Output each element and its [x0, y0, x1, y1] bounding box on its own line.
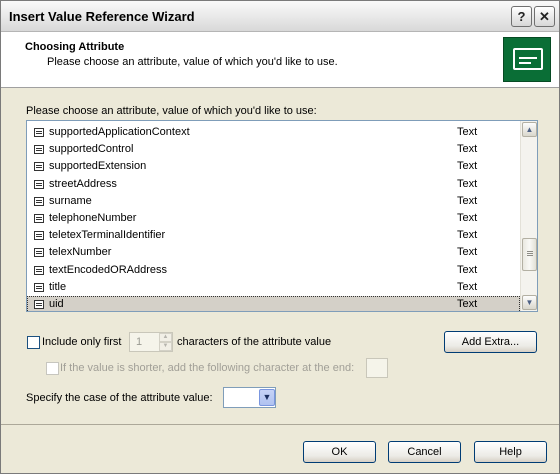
list-item[interactable]: supportedApplicationContext Text [27, 124, 520, 141]
stepper-down-icon[interactable]: ▼ [159, 342, 172, 351]
attribute-name: supportedControl [49, 143, 134, 156]
list-item[interactable]: uid Text [27, 295, 520, 311]
list-item[interactable]: surname Text [27, 193, 520, 210]
attribute-name: title [49, 280, 67, 293]
ok-button[interactable]: OK [303, 441, 376, 463]
attribute-icon [34, 179, 44, 189]
title-bar[interactable]: Insert Value Reference Wizard ? ✕ [1, 1, 559, 32]
cancel-button[interactable]: Cancel [388, 441, 461, 463]
attribute-icon [34, 162, 44, 172]
attribute-type: Text [457, 194, 478, 207]
pad-character-label[interactable]: If the value is shorter, add the followi… [60, 362, 354, 374]
pad-character-checkbox[interactable] [46, 362, 59, 375]
cancel-label: Cancel [407, 446, 442, 458]
attribute-type: Text [457, 229, 478, 242]
attribute-name: streetAddress [49, 177, 117, 190]
attribute-icon [34, 213, 44, 223]
attribute-name: surname [49, 194, 92, 207]
characters-label: characters of the attribute value [177, 336, 332, 348]
chevron-down-icon[interactable]: ▼ [259, 389, 275, 406]
attribute-type: Text [457, 211, 478, 224]
attribute-icon [34, 282, 44, 292]
attribute-type: Text [457, 143, 478, 156]
list-item[interactable]: teletexTerminalIdentifier Text [27, 227, 520, 244]
wizard-header: Choosing Attribute Please choose an attr… [1, 32, 559, 88]
attribute-icon [34, 265, 44, 275]
attribute-icon [34, 299, 44, 309]
list-item[interactable]: supportedExtension Text [27, 158, 520, 175]
wizard-dialog: Insert Value Reference Wizard ? ✕ Choosi… [0, 0, 560, 474]
attribute-name: telephoneNumber [49, 211, 137, 224]
list-item[interactable]: supportedControl Text [27, 141, 520, 158]
help-label: Help [499, 446, 522, 458]
attribute-type: Text [457, 160, 478, 173]
case-select[interactable]: ▼ [223, 387, 276, 408]
list-item[interactable]: telexNumber Text [27, 244, 520, 261]
vertical-scrollbar[interactable]: ▲ ▼ [520, 121, 537, 311]
attribute-icon [34, 196, 44, 206]
attribute-icon [34, 128, 44, 137]
list-item[interactable]: streetAddress Text [27, 176, 520, 193]
window-title: Insert Value Reference Wizard [9, 9, 195, 24]
attribute-type: Text [457, 280, 478, 293]
stepper-up-icon[interactable]: ▲ [159, 333, 172, 342]
help-button[interactable]: Help [474, 441, 547, 463]
ok-label: OK [331, 446, 348, 458]
attribute-name: telexNumber [49, 246, 112, 259]
attribute-name: supportedExtension [49, 160, 147, 173]
attribute-icon [34, 231, 44, 241]
attribute-type: Text [457, 297, 478, 310]
attribute-list-label: Please choose an attribute, value of whi… [26, 105, 317, 117]
char-count-stepper[interactable]: 1 ▲ ▼ [129, 332, 173, 352]
add-extra-label: Add Extra... [461, 336, 520, 348]
include-first-label[interactable]: Include only first [42, 336, 121, 348]
attribute-name: uid [49, 297, 64, 310]
list-item[interactable]: title Text [27, 279, 520, 296]
attribute-icon [34, 248, 44, 258]
include-first-checkbox[interactable] [27, 336, 40, 349]
char-count-value: 1 [136, 336, 143, 348]
list-item[interactable]: telephoneNumber Text [27, 210, 520, 227]
pad-character-input[interactable] [366, 358, 388, 378]
wizard-card-icon [503, 37, 551, 82]
attribute-listbox[interactable]: supportedApplicationContext Text supported… [26, 120, 538, 312]
case-label: Specify the case of the attribute value: [26, 392, 213, 404]
attribute-name: supportedApplicationContext [49, 126, 190, 138]
attribute-icon [34, 145, 44, 155]
thumb-grip-icon [527, 251, 533, 252]
attribute-type: Text [457, 246, 478, 259]
scroll-up-button[interactable]: ▲ [522, 122, 537, 137]
help-title-button[interactable]: ? [511, 6, 532, 27]
scroll-thumb[interactable] [522, 238, 537, 271]
scroll-down-button[interactable]: ▼ [522, 295, 537, 310]
step-title: Choosing Attribute [25, 41, 125, 53]
attribute-type: Text [457, 126, 478, 138]
attribute-type: Text [457, 263, 478, 276]
attribute-name: textEncodedORAddress [49, 263, 168, 276]
list-item[interactable]: textEncodedORAddress Text [27, 262, 520, 279]
attribute-name: teletexTerminalIdentifier [49, 229, 166, 242]
attribute-type: Text [457, 177, 478, 190]
close-button[interactable]: ✕ [534, 6, 555, 27]
add-extra-button[interactable]: Add Extra... [444, 331, 537, 353]
wizard-content: Please choose an attribute, value of whi… [1, 89, 559, 425]
attribute-rows: supportedApplicationContext Text supported… [27, 124, 520, 311]
step-subtitle: Please choose an attribute, value of whi… [47, 56, 338, 68]
